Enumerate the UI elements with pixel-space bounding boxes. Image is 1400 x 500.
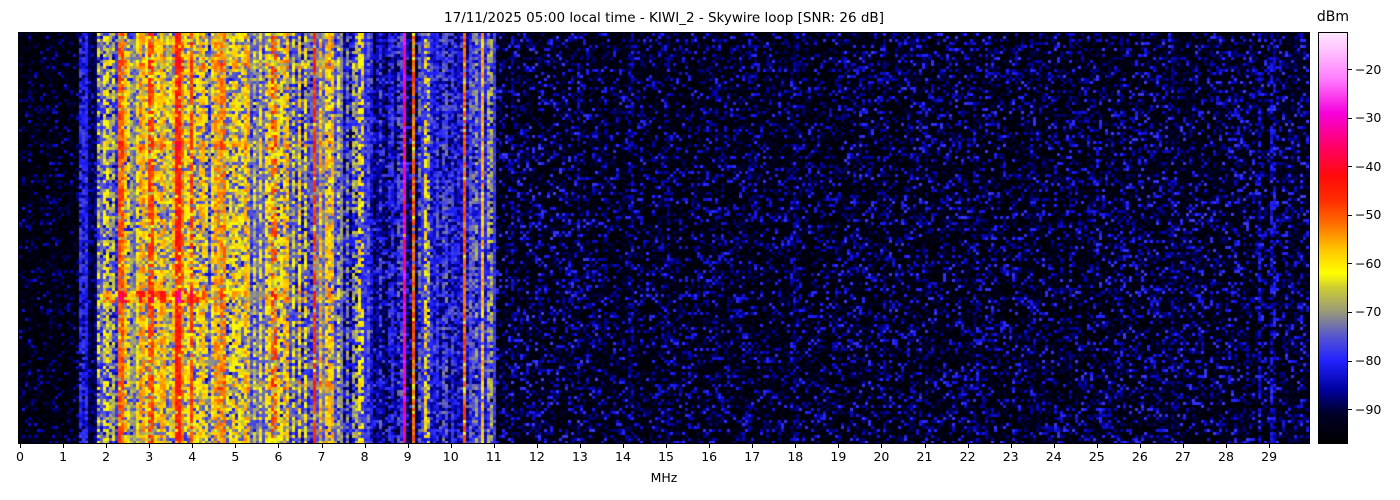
x-tick-mark <box>63 444 65 448</box>
x-tick-label: 0 <box>16 449 24 464</box>
x-tick-label: 15 <box>658 449 675 464</box>
x-tick-label: 12 <box>528 449 545 464</box>
x-tick-label: 6 <box>274 449 283 464</box>
x-tick-label: 21 <box>916 449 933 464</box>
x-tick-label: 10 <box>442 449 459 464</box>
colorbar-tick-label: −80 <box>1355 353 1382 368</box>
colorbar-tick-label: −20 <box>1355 62 1382 77</box>
x-tick-label: 26 <box>1131 449 1148 464</box>
waterfall-plot-area <box>18 32 1310 444</box>
x-tick-label: 9 <box>403 449 412 464</box>
x-tick-label: 8 <box>360 449 369 464</box>
x-tick-label: 22 <box>959 449 976 464</box>
x-tick-mark <box>838 444 840 448</box>
x-tick-label: 18 <box>787 449 804 464</box>
x-tick-mark <box>1010 444 1012 448</box>
x-tick-mark <box>192 444 194 448</box>
x-tick-label: 1 <box>59 449 68 464</box>
x-axis-label: MHz <box>650 470 678 485</box>
colorbar-tick-mark <box>1348 215 1352 216</box>
colorbar-tick-mark <box>1348 263 1352 264</box>
x-tick-label: 28 <box>1218 449 1234 464</box>
x-tick-label: 13 <box>571 449 588 464</box>
x-tick-mark <box>1096 444 1098 448</box>
x-tick-mark <box>1182 444 1184 448</box>
colorbar-tick-mark <box>1348 166 1352 167</box>
colorbar-tick-mark <box>1348 361 1352 362</box>
x-tick-label: 2 <box>102 449 111 464</box>
x-tick-label: 7 <box>317 449 326 464</box>
x-tick-mark <box>1226 444 1227 448</box>
x-tick-mark <box>623 444 624 448</box>
colorbar-tick-label: −40 <box>1355 159 1382 174</box>
colorbar-tick-label: −50 <box>1355 207 1382 222</box>
x-tick-mark <box>321 444 323 448</box>
colorbar-tick-mark <box>1348 118 1352 119</box>
x-tick-mark <box>1053 444 1055 448</box>
x-tick-mark <box>666 444 668 448</box>
x-tick-mark <box>795 444 797 448</box>
colorbar-tick-mark <box>1348 409 1352 410</box>
x-tick-label: 24 <box>1045 449 1062 464</box>
x-tick-label: 5 <box>231 449 240 464</box>
x-tick-mark <box>450 444 452 448</box>
x-tick-mark <box>709 444 711 448</box>
x-tick-label: 25 <box>1088 449 1105 464</box>
x-tick-mark <box>364 444 366 448</box>
x-tick-mark <box>278 444 280 448</box>
colorbar <box>1318 32 1348 444</box>
x-tick-label: 4 <box>188 449 197 464</box>
x-tick-mark <box>407 444 409 448</box>
colorbar-unit-label: dBm <box>1316 9 1350 25</box>
x-tick-mark <box>752 444 754 448</box>
x-tick-mark <box>536 444 538 448</box>
x-tick-mark <box>1139 444 1141 448</box>
x-tick-label: 11 <box>485 449 502 464</box>
x-tick-mark <box>579 444 581 448</box>
x-tick-label: 23 <box>1002 449 1019 464</box>
x-tick-mark <box>967 444 969 448</box>
x-tick-mark <box>493 444 495 448</box>
x-tick-mark <box>20 444 21 448</box>
x-tick-label: 17 <box>744 449 761 464</box>
x-tick-label: 16 <box>701 449 718 464</box>
colorbar-tick-label: −70 <box>1355 304 1382 319</box>
x-tick-mark <box>149 444 151 448</box>
waterfall-canvas <box>19 33 1309 443</box>
colorbar-tick-label: −30 <box>1355 110 1382 125</box>
x-tick-label: 14 <box>615 449 631 464</box>
x-tick-mark <box>235 444 237 448</box>
colorbar-tick-mark <box>1348 312 1352 313</box>
x-tick-label: 3 <box>145 449 154 464</box>
x-tick-label: 19 <box>830 449 847 464</box>
x-tick-mark <box>106 444 108 448</box>
plot-title: 17/11/2025 05:00 local time - KIWI_2 - S… <box>444 10 884 26</box>
colorbar-tick-label: −60 <box>1355 256 1382 271</box>
x-tick-label: 20 <box>873 449 890 464</box>
x-tick-mark <box>1269 444 1271 448</box>
x-tick-mark <box>881 444 883 448</box>
colorbar-tick-mark <box>1348 69 1352 70</box>
spectrogram-figure: 17/11/2025 05:00 local time - KIWI_2 - S… <box>0 0 1400 500</box>
x-tick-label: 27 <box>1174 449 1191 464</box>
x-tick-mark <box>924 444 926 448</box>
colorbar-tick-label: −90 <box>1355 402 1382 417</box>
x-tick-label: 29 <box>1261 449 1278 464</box>
